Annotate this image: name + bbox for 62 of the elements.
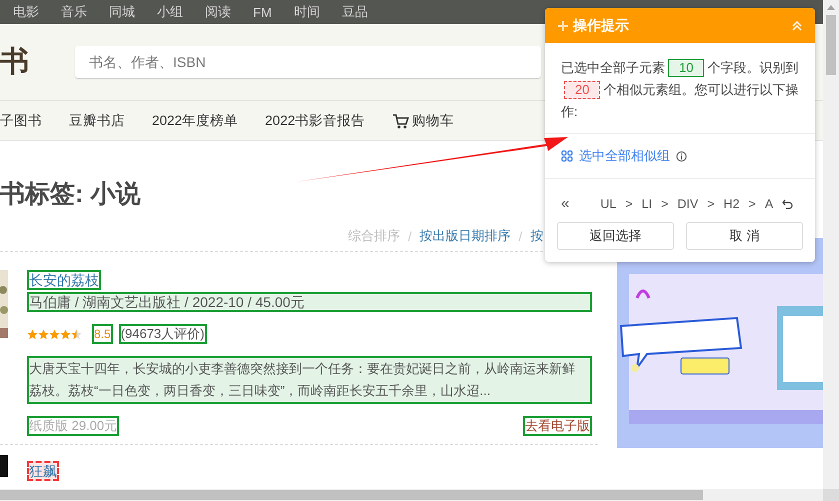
book-title[interactable]: 狂飙 xyxy=(27,461,59,481)
cart-icon xyxy=(392,112,410,128)
scrollbar-thumb[interactable] xyxy=(0,490,703,500)
scrollbar-corner xyxy=(823,489,839,501)
star-icon xyxy=(49,328,60,340)
info-icon[interactable] xyxy=(676,150,687,162)
nav-link[interactable]: 2022年度榜单 xyxy=(152,112,238,130)
grid-icon xyxy=(561,150,573,162)
panel-button[interactable]: 返回选择 xyxy=(557,222,674,250)
star-icon xyxy=(38,328,49,340)
separator: / xyxy=(408,228,412,244)
nav-link[interactable]: 小组 xyxy=(157,3,183,21)
nav-link[interactable]: 时间 xyxy=(294,3,320,21)
message-text: 已选中全部子元素 xyxy=(561,60,665,75)
separator: > xyxy=(748,196,756,210)
star-icon xyxy=(71,328,82,340)
breadcrumb-item[interactable]: A xyxy=(764,196,774,210)
nav-link[interactable]: 音乐 xyxy=(61,3,87,21)
star-icon xyxy=(60,328,71,340)
site-logo[interactable]: 书 xyxy=(0,42,75,82)
sort-link[interactable]: 按出版日期排序 xyxy=(420,227,511,245)
ebook-link[interactable]: 去看电子版 xyxy=(523,416,592,436)
panel-button[interactable]: 取 消 xyxy=(686,222,803,250)
nav-link[interactable]: 阅读 xyxy=(205,3,231,21)
breadcrumb-item[interactable]: H2 xyxy=(724,196,740,210)
scrollbar-thumb[interactable] xyxy=(826,15,836,75)
panel-title: 操作提示 xyxy=(573,16,630,34)
breadcrumb-item[interactable]: LI xyxy=(642,196,652,210)
back-button[interactable]: « xyxy=(561,195,570,212)
undo-icon[interactable] xyxy=(782,198,794,209)
paper-price: 纸质版 29.00元 xyxy=(27,416,120,436)
separator: > xyxy=(661,196,668,210)
collapse-icon[interactable] xyxy=(792,20,802,31)
search-field[interactable]: 书名、作者、ISBN xyxy=(75,46,541,78)
book-title[interactable]: 长安的荔枝 xyxy=(27,270,101,290)
rating-score: 8.5 xyxy=(92,324,113,344)
breadcrumb-item[interactable]: DIV xyxy=(677,196,698,210)
page-heading: 书标签: 小说 xyxy=(0,179,140,210)
star-icon xyxy=(27,328,38,340)
book-summary: 大唐天宝十四年，长安城的小吏李善德突然接到一个任务：要在贵妃诞日之前，从岭南运来新鲜荔枝。荔枝“一日色变，两日香变，三日味变”，而岭南距长安五千余里，山水迢... xyxy=(27,356,592,404)
move-icon[interactable] xyxy=(557,20,569,32)
separator: > xyxy=(707,196,715,210)
nav-link[interactable]: FM xyxy=(253,4,272,20)
count-badge: 20 xyxy=(564,81,600,99)
sort-link[interactable]: 按 xyxy=(530,227,544,245)
message-text: 个相似元素组。您可以进行以下操 xyxy=(603,82,798,97)
separator: / xyxy=(518,228,522,244)
nav-link[interactable]: 同城 xyxy=(109,3,135,21)
nav-link[interactable]: 豆品 xyxy=(342,3,368,21)
select-similar-link[interactable]: 选中全部相似组 xyxy=(579,147,670,165)
nav-link[interactable]: 2022书影音报告 xyxy=(265,112,366,130)
count-badge: 10 xyxy=(668,59,704,77)
nav-link[interactable]: 豆瓣书店 xyxy=(69,112,125,130)
message-text: 作: xyxy=(561,104,578,119)
nav-link[interactable]: 电影 xyxy=(13,3,39,21)
nav-link[interactable]: 子图书 xyxy=(0,112,42,130)
nav-link[interactable]: 购物车 xyxy=(392,112,454,130)
message-text: 个字段。识别到 xyxy=(707,60,798,75)
rating-count: (94673人评价) xyxy=(118,324,206,344)
book-meta: 马伯庸 / 湖南文艺出版社 / 2022-10 / 45.00元 xyxy=(27,292,592,312)
separator: > xyxy=(625,196,633,210)
breadcrumb-item[interactable]: UL xyxy=(600,196,616,210)
